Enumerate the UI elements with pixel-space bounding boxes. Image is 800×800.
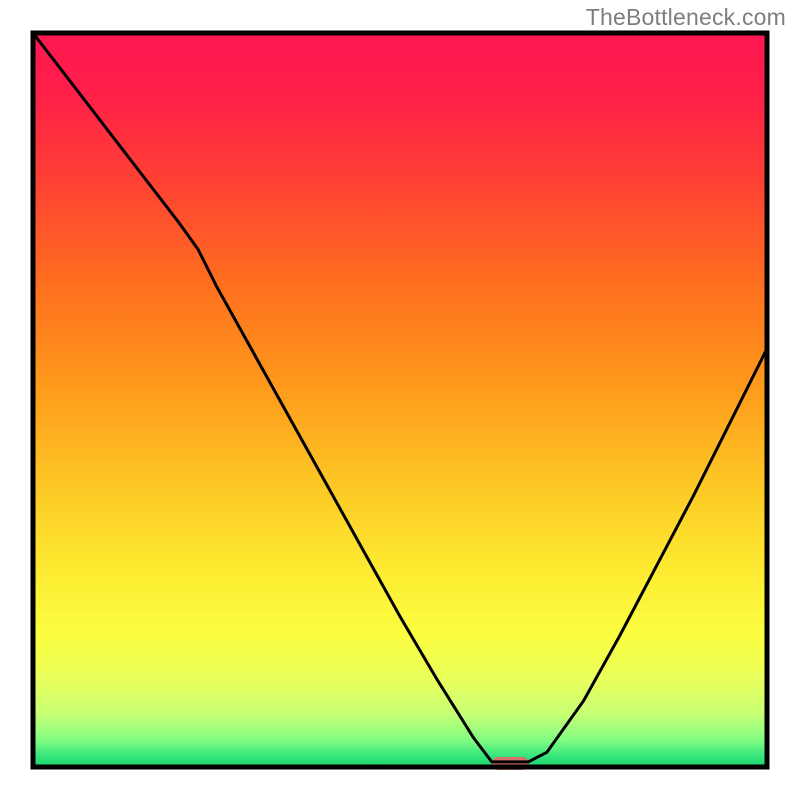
chart-container: TheBottleneck.com — [0, 0, 800, 800]
gradient-background — [33, 33, 767, 767]
watermark-text: TheBottleneck.com — [586, 4, 786, 31]
bottleneck-chart — [0, 0, 800, 800]
